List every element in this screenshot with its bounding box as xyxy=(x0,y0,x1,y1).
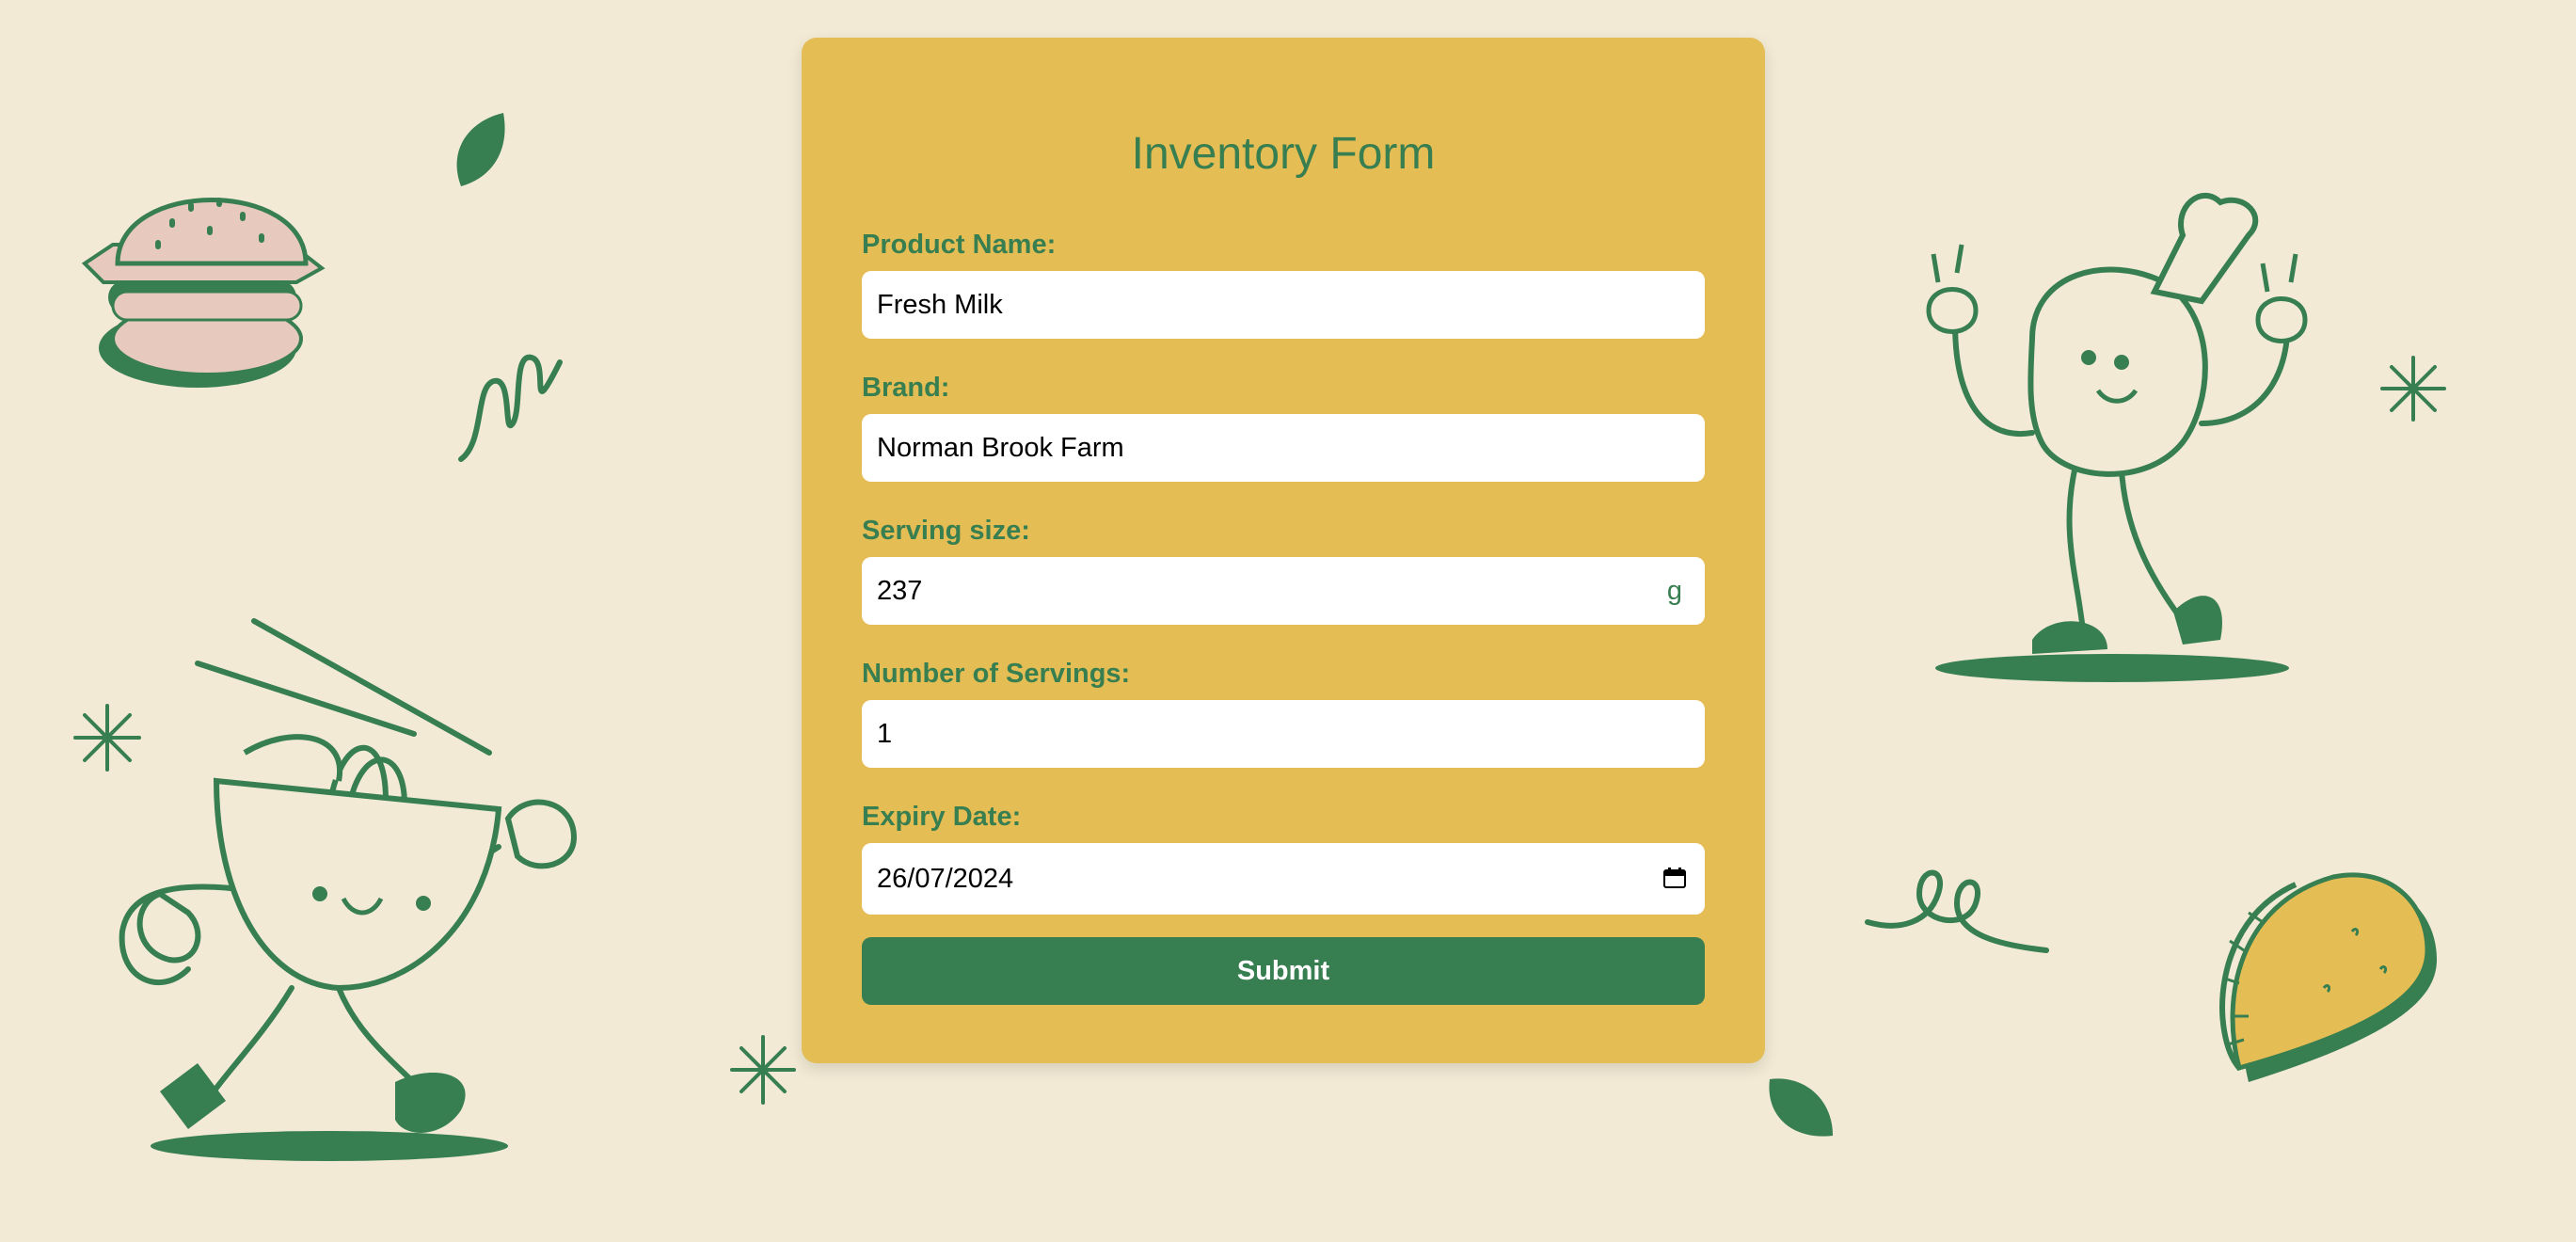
serving-size-field[interactable]: g xyxy=(862,557,1705,625)
servings-input[interactable] xyxy=(877,700,1630,768)
squiggle-icon xyxy=(1865,869,2049,953)
product-name-input[interactable] xyxy=(877,271,1630,339)
burger-illustration xyxy=(81,198,326,388)
submit-button[interactable]: Submit xyxy=(862,937,1705,1005)
expiry-date-label: Expiry Date: xyxy=(862,802,1022,832)
expiry-date-input[interactable] xyxy=(877,843,1630,915)
inventory-form-card: Inventory Form Product Name: Brand: Serv… xyxy=(802,38,1765,1063)
sparkle-icon xyxy=(2380,356,2446,422)
brand-input[interactable] xyxy=(877,414,1630,482)
servings-label: Number of Servings: xyxy=(862,659,1131,689)
leaf-icon xyxy=(456,113,505,186)
product-name-label: Product Name: xyxy=(862,230,1057,260)
calendar-icon[interactable] xyxy=(1663,868,1686,888)
form-title: Inventory Form xyxy=(1131,129,1436,179)
chicken-leg-character-illustration xyxy=(1926,193,2308,682)
sparkle-icon xyxy=(730,1035,796,1105)
brand-field[interactable] xyxy=(862,414,1705,482)
leaf-icon xyxy=(1769,1078,1833,1137)
taco-illustration xyxy=(2219,872,2437,1082)
product-name-field[interactable] xyxy=(862,271,1705,339)
serving-size-input[interactable] xyxy=(877,557,1630,625)
brand-label: Brand: xyxy=(862,373,950,403)
squiggle-icon xyxy=(458,354,563,462)
serving-size-label: Serving size: xyxy=(862,516,1030,546)
expiry-date-field[interactable] xyxy=(862,843,1705,915)
servings-field[interactable] xyxy=(862,700,1705,768)
serving-size-unit: g xyxy=(1666,576,1682,606)
noodle-bowl-character-illustration xyxy=(119,618,578,1161)
